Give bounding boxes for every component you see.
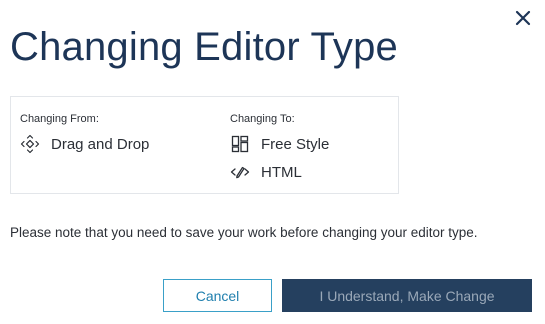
save-work-note: Please note that you need to save your w…	[10, 225, 478, 240]
changing-to-label: Changing To:	[230, 113, 295, 125]
cancel-button[interactable]: Cancel	[163, 279, 272, 312]
changing-to-section: Changing To: Free Style HTML	[230, 112, 329, 190]
changing-from-section: Changing From: Drag and Drop	[20, 112, 149, 162]
to-option-html: HTML	[230, 162, 329, 182]
to-option-label-html: HTML	[261, 163, 302, 181]
changing-from-label: Changing From:	[20, 113, 99, 125]
free-style-layout-icon	[230, 134, 250, 154]
change-editor-dialog: Changing Editor Type Changing From: Drag…	[0, 0, 545, 324]
confirm-change-button[interactable]: I Understand, Make Change	[282, 279, 532, 312]
close-icon	[515, 10, 531, 26]
close-button[interactable]	[514, 9, 532, 27]
editor-change-summary: Changing From: Drag and Drop Changing To…	[10, 96, 399, 194]
drag-and-drop-icon	[20, 134, 40, 154]
from-option-drag-and-drop: Drag and Drop	[20, 134, 149, 154]
html-code-pen-icon	[230, 162, 250, 182]
from-option-label: Drag and Drop	[51, 135, 150, 153]
to-option-free-style: Free Style	[230, 134, 329, 154]
dialog-title: Changing Editor Type	[10, 25, 398, 69]
to-option-label-free-style: Free Style	[261, 135, 330, 153]
